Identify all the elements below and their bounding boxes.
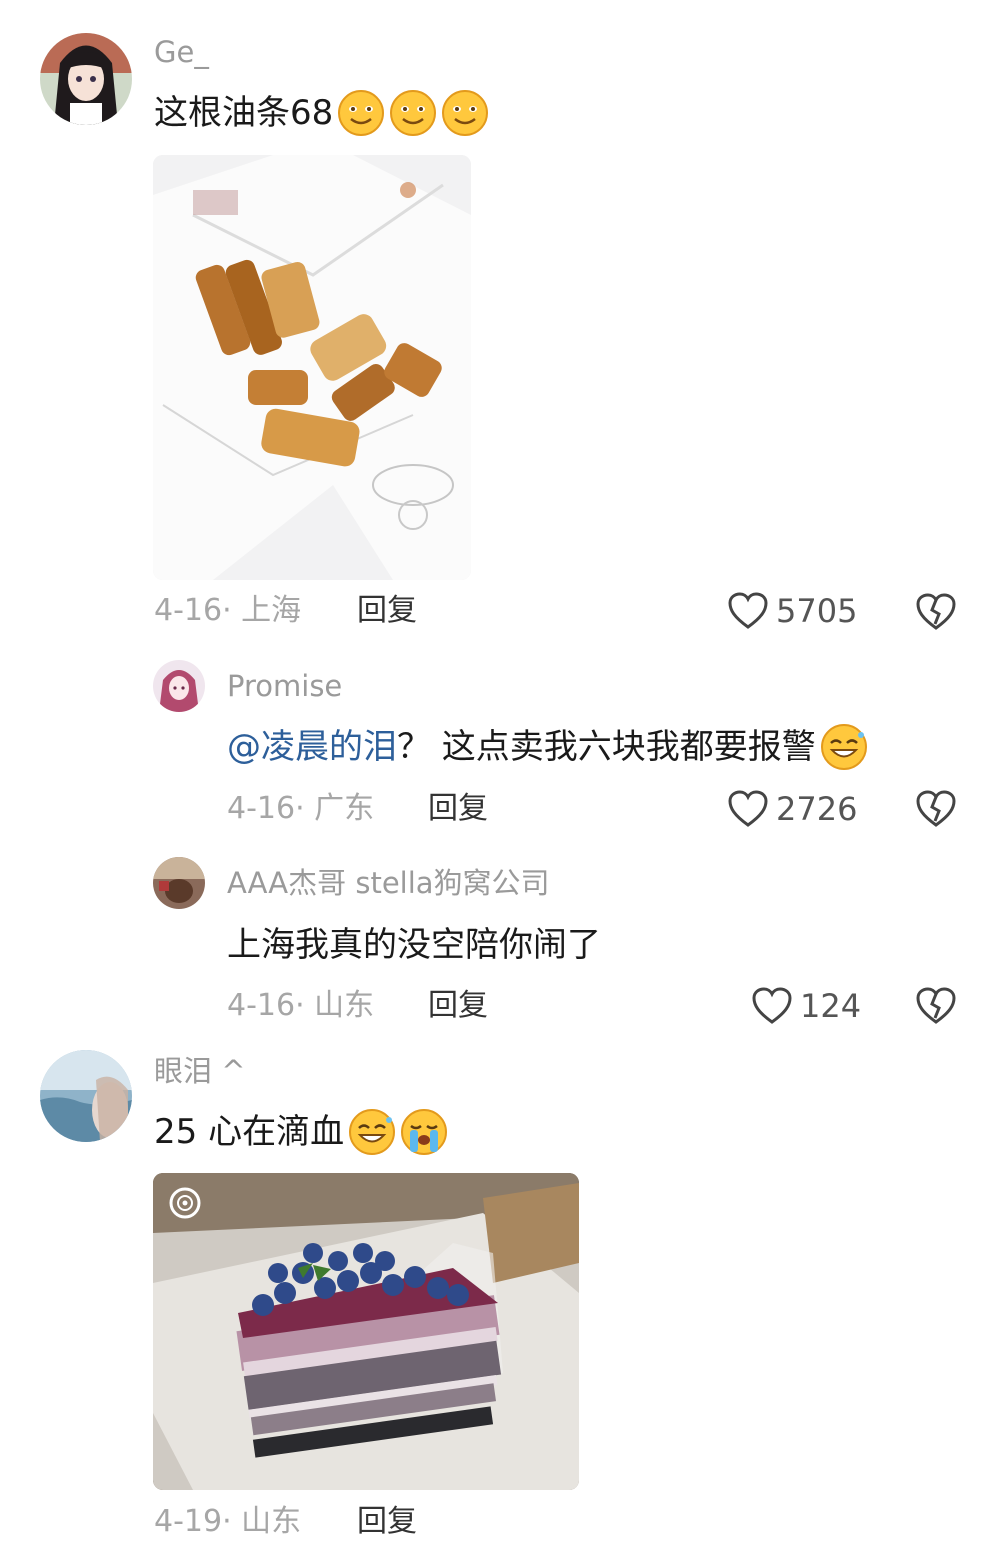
smiling-emoji-icon: [441, 89, 489, 137]
smiling-emoji-icon: [389, 89, 437, 137]
dislike-button[interactable]: [916, 986, 956, 1026]
username[interactable]: 眼泪 ^: [154, 1057, 246, 1086]
avatar[interactable]: [153, 660, 205, 712]
reply-button[interactable]: 回复: [428, 991, 488, 1021]
like-button[interactable]: 2726: [728, 790, 857, 828]
smiling-emoji-icon: [348, 1108, 396, 1156]
comment-text: 上海我真的没空陪你闹了: [227, 920, 601, 970]
avatar[interactable]: [40, 1050, 132, 1142]
smiling-emoji-icon: [820, 723, 868, 771]
broken-heart-icon: [916, 987, 956, 1024]
comment-body: 这根油条68: [154, 93, 334, 133]
comment-text: @凌晨的泪 ？ 这点卖我六块我都要报警: [227, 722, 868, 772]
heart-outline-icon: [728, 790, 768, 827]
comment-text: 25 心在滴血: [154, 1107, 448, 1157]
comment-body: ？ 这点卖我六块我都要报警: [397, 727, 816, 767]
comment-photo-youtiao[interactable]: [153, 155, 471, 580]
dislike-button[interactable]: [916, 592, 956, 632]
dislike-button[interactable]: [916, 789, 956, 829]
heart-outline-icon: [728, 592, 768, 629]
avatar[interactable]: [40, 33, 132, 125]
avatar[interactable]: [153, 857, 205, 909]
comment-body: 上海我真的没空陪你闹了: [227, 925, 601, 965]
like-button[interactable]: 5705: [728, 592, 857, 630]
reply-button[interactable]: 回复: [357, 596, 417, 626]
comment-body: 25 心在滴血: [154, 1112, 345, 1152]
comment-text: 这根油条68: [154, 88, 489, 138]
reply-button[interactable]: 回复: [428, 794, 488, 824]
date-location: 4-16· 广东: [227, 791, 375, 826]
username[interactable]: AAA杰哥 stella狗窝公司: [227, 869, 550, 898]
username[interactable]: Ge_: [154, 38, 209, 67]
like-button[interactable]: 124: [752, 987, 861, 1025]
date-location: 4-16· 山东: [227, 988, 375, 1023]
smiling-emoji-icon: [337, 89, 385, 137]
crying-emoji-icon: [400, 1108, 448, 1156]
heart-outline-icon: [752, 987, 792, 1024]
broken-heart-icon: [916, 593, 956, 630]
username[interactable]: Promise: [227, 672, 342, 701]
comment-photo-cake[interactable]: [153, 1173, 579, 1490]
reply-button[interactable]: 回复: [357, 1507, 417, 1537]
like-count: 5705: [776, 592, 858, 630]
like-count: 124: [800, 987, 862, 1025]
broken-heart-icon: [916, 790, 956, 827]
like-count: 2726: [776, 790, 858, 828]
date-location: 4-16· 上海: [154, 593, 302, 628]
mention-link[interactable]: @凌晨的泪: [227, 730, 397, 764]
date-location: 4-19· 山东: [154, 1504, 302, 1539]
